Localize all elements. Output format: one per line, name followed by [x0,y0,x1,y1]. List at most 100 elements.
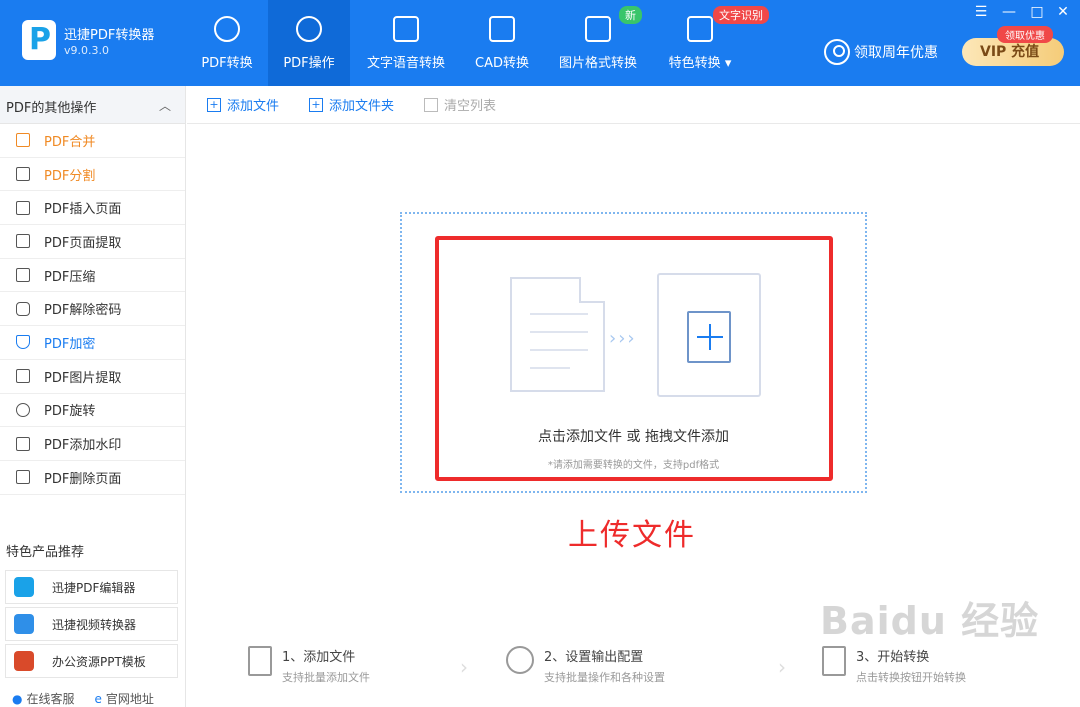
coupon-link[interactable]: 领取周年优惠 [824,39,938,65]
image-icon [16,369,30,384]
step-subtitle: 支持批量添加文件 [282,671,370,684]
tab-label: PDF操作 [283,56,335,71]
drop-instruction: 点击添加文件 或 拖拽文件添加 [538,429,729,445]
sidebar-item-label: PDF压缩 [44,269,96,285]
clear-list-button[interactable]: 清空列表 [424,95,496,114]
add-file-icon: + [207,97,221,112]
sidebar-item-label: PDF分割 [44,168,96,184]
step-subtitle: 点击转换按钮开始转换 [856,671,966,684]
app-window: P 迅捷PDF转换器 v9.0.3.0 PDF转换 PDF操作 文字语音转换 C… [0,0,1080,707]
image-icon [585,16,611,42]
chevron-down-icon: ▾ [724,56,732,71]
step-title: 3、开始转换 [856,650,930,665]
sidebar-item-label: PDF图片提取 [44,370,122,386]
sidebar-item-merge[interactable]: PDF合并 [0,124,185,158]
sidebar-title: PDF的其他操作 [6,101,97,116]
tab-label: CAD转换 [475,56,529,71]
recommend-pdf-editor[interactable]: 迅捷PDF编辑器 [5,570,178,604]
sidebar-item-delete-page[interactable]: PDF删除页面 [0,461,185,495]
sidebar-item-watermark[interactable]: PDF添加水印 [0,427,185,461]
tab-text-speech[interactable]: 文字语音转换 [360,0,452,86]
sidebar-item-label: PDF页面提取 [44,235,122,251]
recommend-label: 办公资源PPT模板 [52,654,146,669]
add-file-card[interactable] [657,273,761,397]
website-link[interactable]: e 官网地址 [95,690,154,707]
gear-icon [506,646,534,674]
add-folder-button[interactable]: + 添加文件夹 [309,95,394,114]
ocr-badge: 文字识别 [713,6,769,24]
sidebar-item-extract-page[interactable]: PDF页面提取 [0,225,185,259]
drop-hint: *请添加需要转换的文件，支持pdf格式 [547,460,720,471]
upload-annotation: 上传文件 [568,518,696,553]
ppt-template-icon [14,651,34,671]
maximize-button[interactable]: □ [1028,3,1046,21]
toolbar: + 添加文件 + 添加文件夹 清空列表 [187,86,1080,124]
add-folder-icon: + [309,97,324,112]
sidebar-item-label: PDF删除页面 [44,471,122,487]
sidebar-header[interactable]: PDF的其他操作 ︿ [0,86,185,124]
minimize-button[interactable]: — [1000,3,1018,21]
sidebar-item-label: PDF解除密码 [44,303,122,319]
waveform-icon [393,16,419,42]
rotate-icon [16,402,30,417]
vip-promo-badge: 领取优惠 [997,26,1053,43]
extract-page-icon [16,234,30,249]
tab-pdf-operation[interactable]: PDF操作 [268,0,350,86]
close-button[interactable]: ✕ [1054,3,1072,21]
step-add-file: 1、添加文件 支持批量添加文件 [248,646,370,685]
sidebar-item-rotate[interactable]: PDF旋转 [0,394,185,428]
document-icon [510,277,605,392]
convert-icon [214,16,240,42]
browser-icon: e [94,692,102,706]
tab-label: PDF转换 [201,56,253,71]
video-converter-icon [14,614,34,634]
chevron-right-icon: › [460,655,468,679]
tab-label: 图片格式转换 [558,56,637,71]
sidebar-item-unlock[interactable]: PDF解除密码 [0,292,185,327]
watermark-icon [16,436,30,451]
chevron-up-icon: ︿ [158,99,171,113]
add-file-button[interactable]: + 添加文件 [207,95,279,114]
shield-icon [16,335,30,350]
recommend-ppt-template[interactable]: 办公资源PPT模板 [5,644,178,678]
step-start-convert: 3、开始转换 点击转换按钮开始转换 [822,646,966,685]
baidu-watermark: Baidu 经验 [820,599,1040,643]
sidebar-item-compress[interactable]: PDF压缩 [0,259,185,293]
plus-icon [687,311,731,363]
sidebar-footer: ● 在线客服 e 官网地址 [12,690,154,707]
star-icon [687,16,713,42]
unlock-icon [16,301,30,316]
tab-label: 文字语音转换 [366,56,445,71]
online-service-link[interactable]: ● 在线客服 [12,690,75,707]
tab-label: 特色转换 ▾ [668,56,732,71]
sidebar-item-split[interactable]: PDF分割 [0,158,185,192]
app-logo: P [22,20,56,60]
compress-icon [16,268,30,283]
user-icon [824,39,850,65]
sidebar-item-label: PDF旋转 [44,404,96,420]
merge-icon [16,133,30,148]
top-bar: P 迅捷PDF转换器 v9.0.3.0 PDF转换 PDF操作 文字语音转换 C… [0,0,1080,86]
tab-pdf-convert[interactable]: PDF转换 [190,0,264,86]
sidebar-item-encrypt[interactable]: PDF加密 [0,326,185,360]
app-version: v9.0.3.0 [64,44,109,57]
pdf-editor-icon [14,577,34,597]
step-subtitle: 支持批量操作和各种设置 [544,671,665,684]
menu-icon[interactable]: ☰ [972,3,990,21]
star-icon [822,646,846,676]
recommend-label: 迅捷PDF编辑器 [52,580,136,595]
arrows-icon: ››› [609,328,637,349]
tab-cad-convert[interactable]: CAD转换 [466,0,538,86]
sidebar-item-image-extract[interactable]: PDF图片提取 [0,360,185,394]
coupon-label: 领取周年优惠 [854,45,938,61]
sidebar-item-label: PDF添加水印 [44,438,122,454]
recommend-label: 迅捷视频转换器 [52,617,137,632]
sidebar-item-insert-page[interactable]: PDF插入页面 [0,191,185,226]
delete-page-icon [16,470,30,485]
sidebar-item-label: PDF插入页面 [44,202,122,218]
sidebar-item-label: PDF加密 [44,336,96,352]
recommend-video-converter[interactable]: 迅捷视频转换器 [5,607,178,641]
gear-icon [296,16,322,42]
step-title: 1、添加文件 [282,650,356,665]
new-badge: 新 [619,6,642,24]
